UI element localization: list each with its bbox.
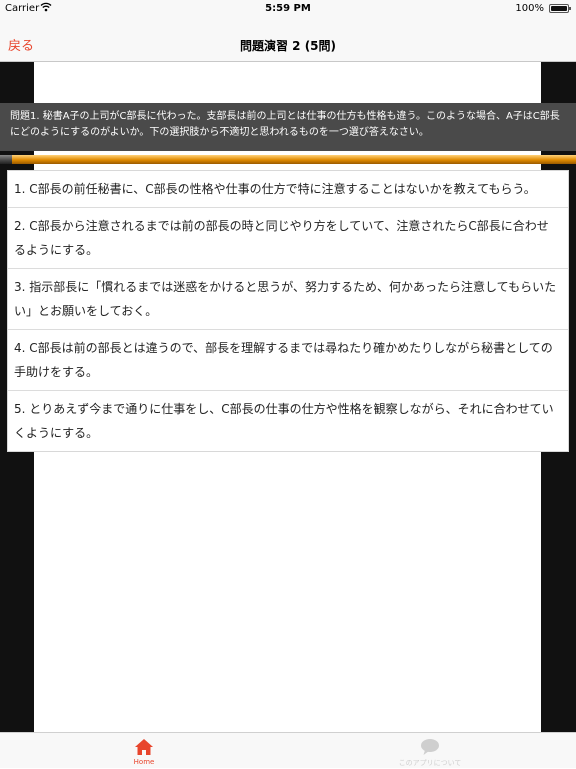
page-title: 問題演習 2 (5問) [239, 39, 337, 53]
status-bar: Carrier 5:59 PM 100% [0, 0, 576, 18]
quiz-area: 問題1. 秘書A子の上司がC部長に代わった。支部長は前の上司とは仕事の仕方も性格… [0, 62, 576, 732]
answer-option-2[interactable]: 2. C部長から注意されるまでは前の部長の時と同じやり方をしていて、注意されたら… [8, 208, 568, 269]
battery-percentage: 100% [515, 3, 544, 14]
progress-bar [0, 155, 576, 164]
answer-options-list: 1. C部長の前任秘書に、C部長の性格や仕事の仕方で特に注意することはないかを教… [7, 170, 569, 452]
answer-option-1[interactable]: 1. C部長の前任秘書に、C部長の性格や仕事の仕方で特に注意することはないかを教… [8, 171, 568, 208]
answer-option-3[interactable]: 3. 指示部長に「慣れるまでは迷惑をかけると思うが、努力するため、何かあったら注… [8, 269, 568, 330]
answer-option-5[interactable]: 5. とりあえず今まで通りに仕事をし、C部長の仕事の仕方や性格を観察しながら、そ… [8, 391, 568, 451]
answer-option-4[interactable]: 4. C部長は前の部長とは違うので、部長を理解するまでは尋ねたり確かめたりしなが… [8, 330, 568, 391]
tab-about-label: このアプリについて [398, 759, 462, 767]
battery-icon [549, 4, 571, 13]
tab-bar: Home このアプリについて [0, 732, 576, 768]
status-time: 5:59 PM [265, 3, 311, 14]
home-icon [134, 738, 154, 756]
tab-home[interactable]: Home [84, 733, 204, 769]
tab-about[interactable]: このアプリについて [370, 733, 490, 769]
tab-home-label: Home [133, 758, 155, 766]
question-text: 問題1. 秘書A子の上司がC部長に代わった。支部長は前の上司とは仕事の仕方も性格… [0, 103, 576, 151]
chat-bubble-icon [420, 738, 440, 756]
progress-bar-fill [0, 155, 12, 164]
navigation-bar: 戻る 問題演習 2 (5問) [0, 18, 576, 62]
